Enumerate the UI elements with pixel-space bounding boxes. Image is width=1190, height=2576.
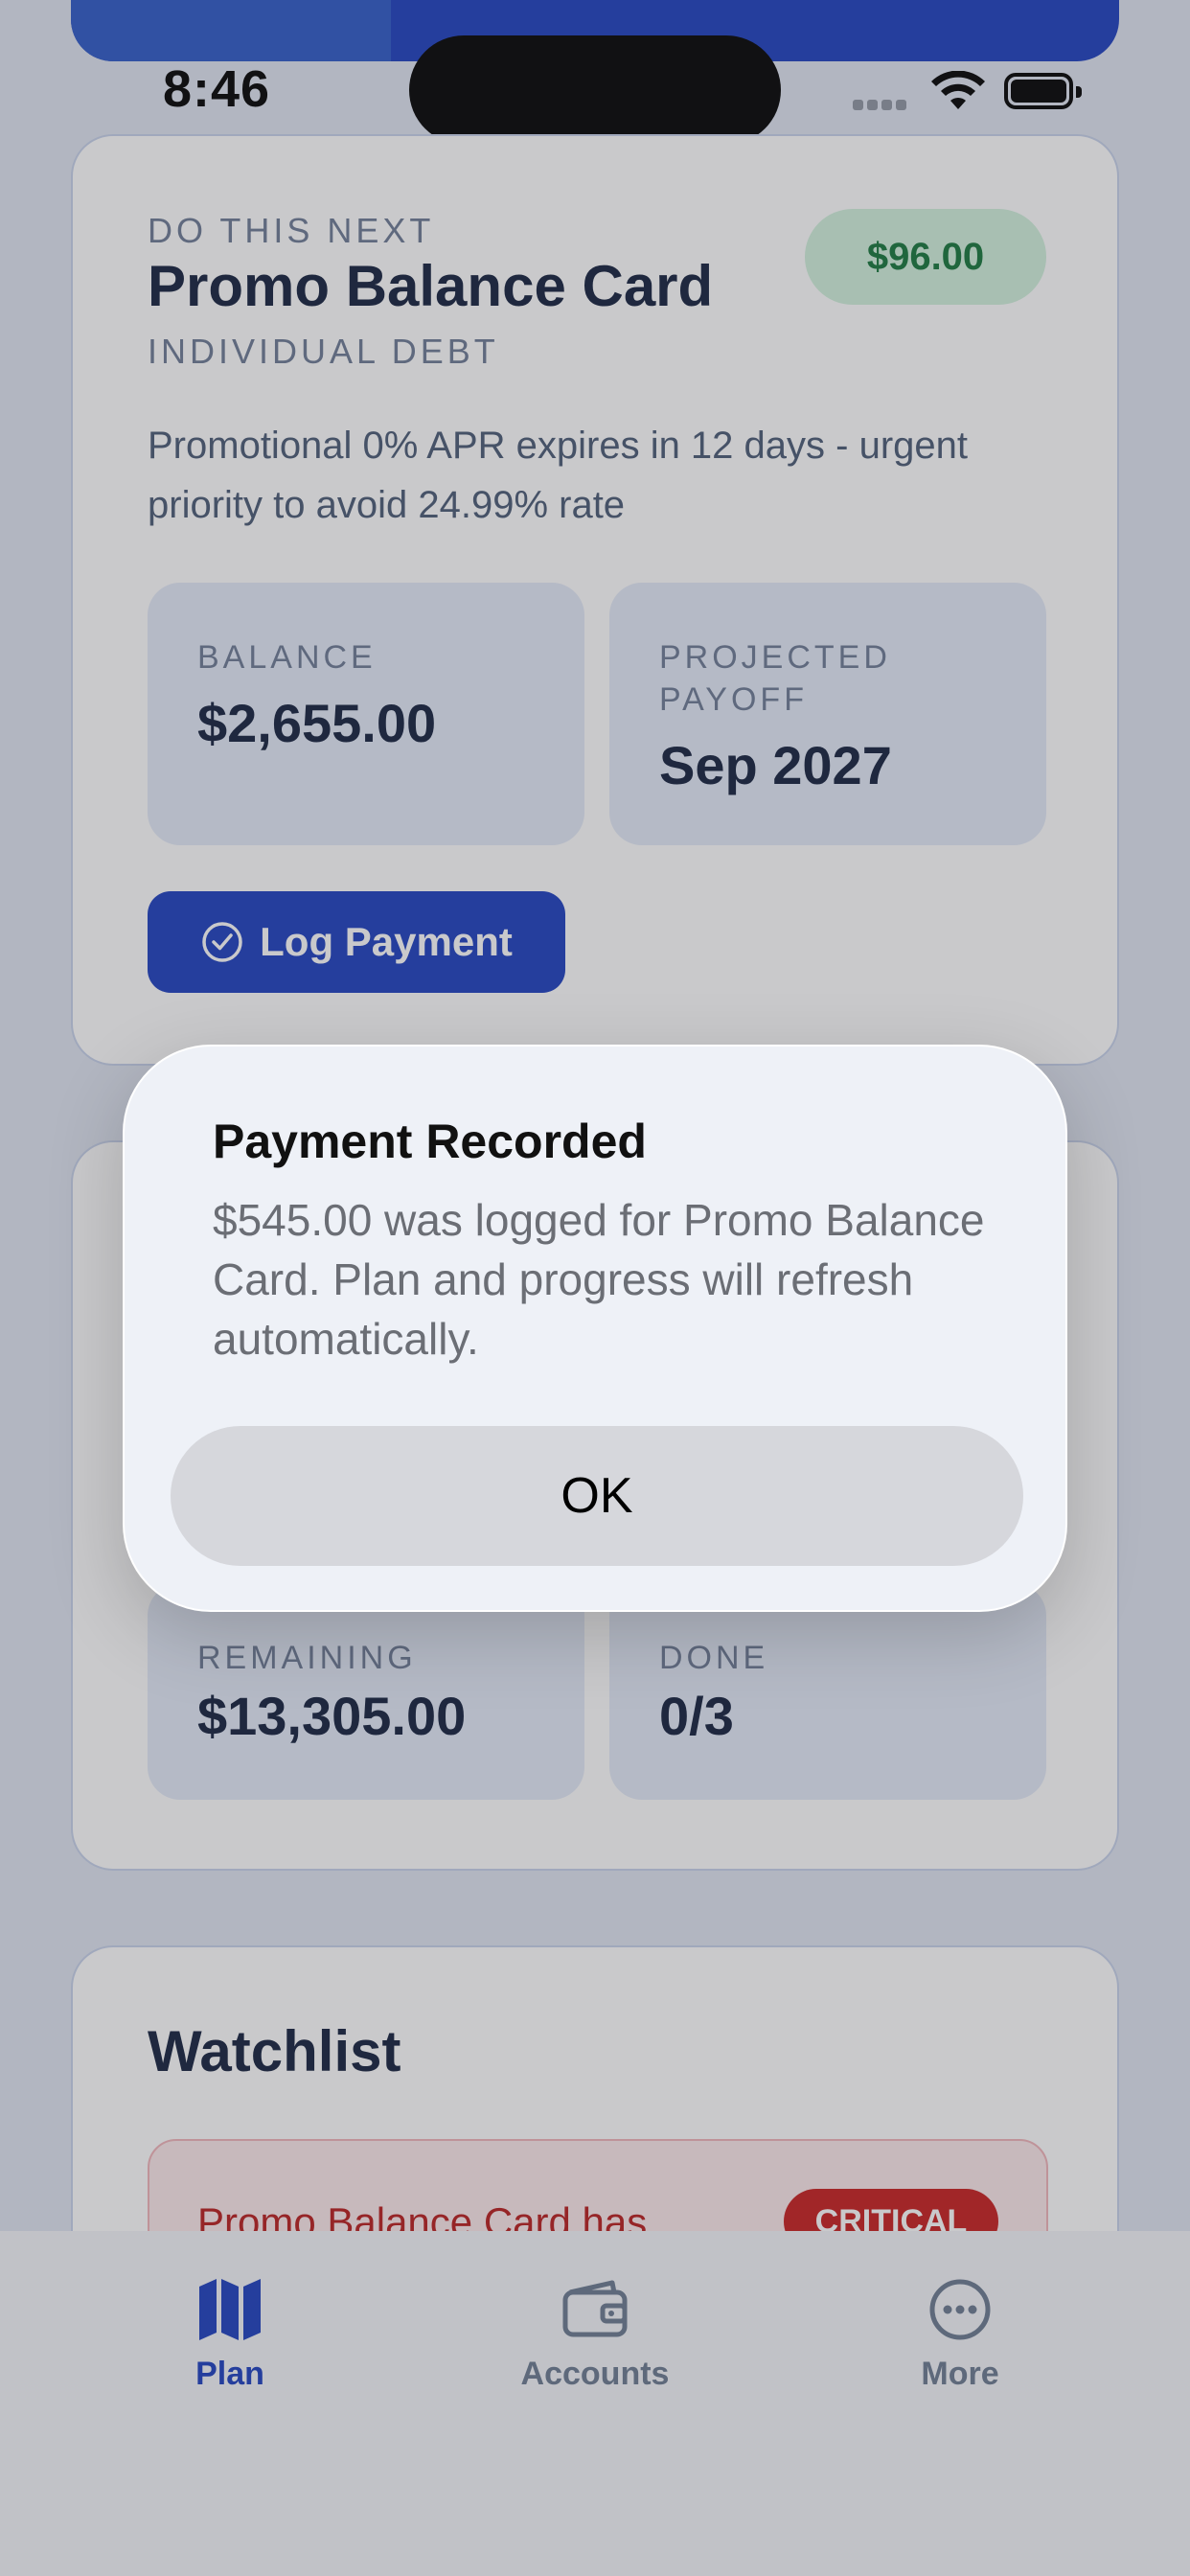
alert-ok-button[interactable]: OK (171, 1426, 1023, 1566)
alert-message: $545.00 was logged for Promo Balance Car… (213, 1195, 985, 1364)
payment-recorded-alert: Payment Recorded $545.00 was logged for … (123, 1045, 1067, 1612)
alert-title: Payment Recorded (213, 1115, 647, 1168)
